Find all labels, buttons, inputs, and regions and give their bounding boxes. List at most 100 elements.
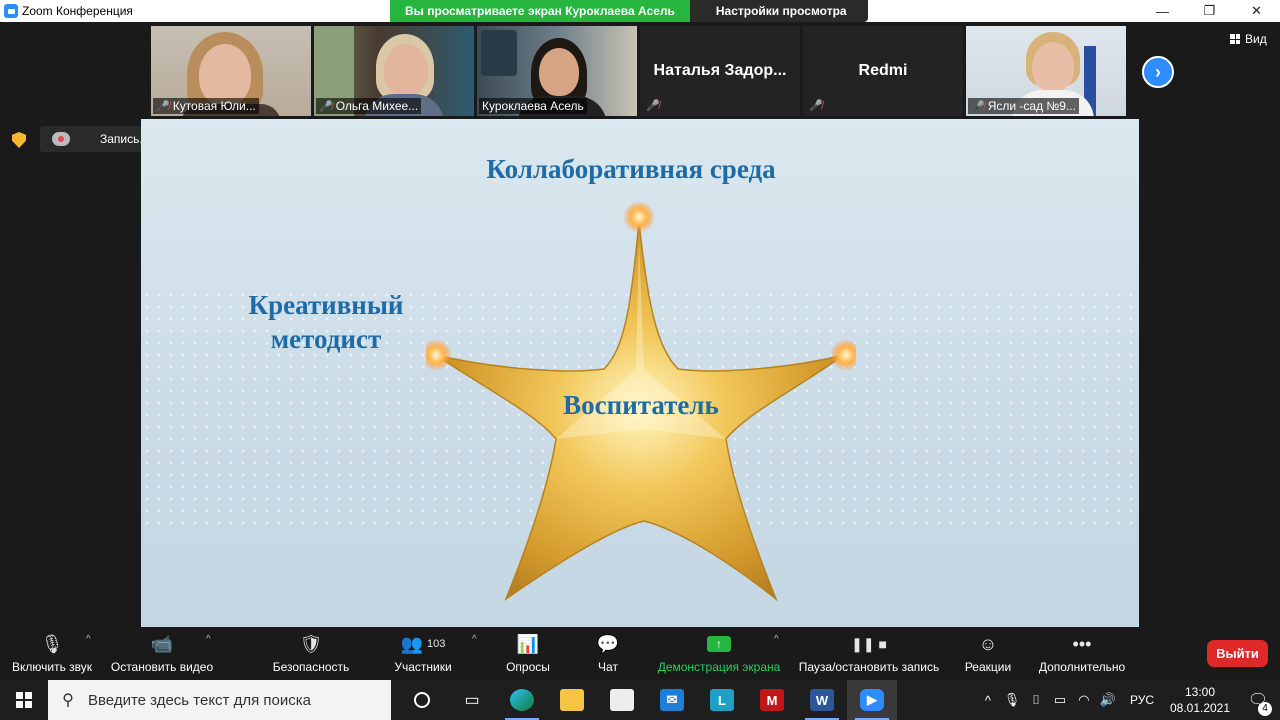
next-participants-button[interactable]: ›	[1142, 56, 1174, 88]
mic-muted-icon: 🎤̸	[319, 100, 333, 113]
pause-record-label: Пауза/остановить запись	[798, 660, 940, 674]
leave-meeting-button[interactable]: Выйти	[1207, 640, 1268, 667]
participants-icon: 👥	[400, 633, 424, 654]
more-button[interactable]: ••• Дополнительно	[1034, 630, 1130, 680]
security-label: Безопасность	[272, 660, 350, 674]
clock-date: 08.01.2021	[1169, 701, 1231, 715]
search-placeholder: Введите здесь текст для поиска	[88, 691, 311, 709]
cortana-button[interactable]	[397, 680, 447, 720]
participant-tile[interactable]: Наталья Задор... 🎤̸	[640, 26, 800, 116]
video-options-caret[interactable]: ^	[206, 634, 211, 645]
participant-tile[interactable]: 🎤̸ Ольга Михее...	[314, 26, 474, 116]
share-screen-label: Демонстрация экрана	[657, 660, 781, 674]
taskbar-mcafee[interactable]: M	[747, 680, 797, 720]
share-banner: Вы просматриваете экран Куроклаева Асель…	[390, 0, 868, 40]
view-options-button[interactable]: Настройки просмотра ⌄	[689, 0, 868, 40]
start-button[interactable]	[0, 680, 48, 720]
participant-name-tag: 🎤̸ Кутовая Юли...	[153, 98, 259, 114]
notification-count: 4	[1258, 702, 1272, 716]
slide-text-top: Коллаборативная среда	[486, 154, 776, 184]
windows-taskbar: ⚲ Введите здесь текст для поиска ▭ ✉ L M…	[0, 680, 1280, 720]
unmute-button[interactable]: 🎙 Включить звук ^	[8, 630, 96, 680]
cloud-record-icon	[52, 132, 70, 146]
zoom-window: Zoom Конференция — ❐ ✕ Вы просматриваете…	[0, 0, 1280, 720]
taskbar-store[interactable]	[597, 680, 647, 720]
folder-icon	[560, 689, 584, 711]
taskbar-word[interactable]: W	[797, 680, 847, 720]
camera-icon[interactable]: ⌷	[1024, 692, 1048, 708]
mic-muted-icon: 🎙	[40, 633, 64, 654]
share-options-caret[interactable]: ^	[774, 634, 779, 645]
action-center-button[interactable]: 🗨 4	[1236, 690, 1280, 716]
mic-muted-icon: 🎤̸	[809, 100, 823, 112]
emoji-smile-icon: ☺	[978, 633, 998, 654]
participant-name: Ольга Михее...	[335, 99, 419, 113]
taskbar-apps: ▭ ✉ L M W ▶	[397, 680, 897, 720]
taskbar-search-box[interactable]: ⚲ Введите здесь текст для поиска	[48, 680, 391, 720]
reactions-button[interactable]: ☺ Реакции	[962, 630, 1014, 680]
stop-video-label: Остановить видео	[110, 660, 214, 674]
gallery-grid-icon	[1230, 34, 1240, 44]
stop-video-button[interactable]: 📹 Остановить видео ^	[106, 630, 218, 680]
participant-name: Ясли -сад №9...	[987, 99, 1076, 113]
polls-button[interactable]: 📊 Опросы	[500, 630, 556, 680]
microphone-icon[interactable]: 🎙	[1000, 692, 1024, 708]
battery-icon[interactable]: ▭	[1048, 692, 1072, 708]
shield-icon: 🛡	[299, 633, 323, 654]
bar-chart-icon: 📊	[516, 633, 540, 654]
participants-count: 103	[427, 638, 446, 650]
participant-name-tag: Куроклаева Асель	[479, 98, 587, 114]
participant-strip: 🎤̸ Кутовая Юли... 🎤̸ Ольга Михее... Куро…	[151, 26, 1126, 116]
input-language[interactable]: РУС	[1130, 693, 1154, 707]
taskbar-edge[interactable]	[497, 680, 547, 720]
participant-tile[interactable]: 🎤̸ Ясли -сад №9...	[966, 26, 1126, 116]
volume-icon[interactable]: 🔊	[1096, 692, 1120, 708]
encryption-shield-icon[interactable]	[12, 132, 26, 148]
unmute-label: Включить звук	[11, 660, 93, 674]
taskbar-mail[interactable]: ✉	[647, 680, 697, 720]
l-app-icon: L	[710, 689, 734, 711]
store-bag-icon	[610, 689, 634, 711]
meeting-area: 🎤̸ Кутовая Юли... 🎤̸ Ольга Михее... Куро…	[0, 22, 1280, 630]
wifi-icon[interactable]: ◠	[1072, 692, 1096, 708]
participant-tile[interactable]: Redmi 🎤̸	[803, 26, 963, 116]
mcafee-shield-icon: M	[760, 689, 784, 711]
participant-tile-active-speaker[interactable]: Куроклаева Асель	[477, 26, 637, 116]
participant-tile[interactable]: 🎤̸ Кутовая Юли...	[151, 26, 311, 116]
participants-button[interactable]: 👥 103 Участники ^	[390, 630, 476, 680]
show-hidden-icons-caret[interactable]: ^	[976, 693, 1000, 708]
chevron-right-icon: ›	[1155, 61, 1161, 82]
maximize-button[interactable]: ❐	[1186, 0, 1233, 22]
more-dots-icon: •••	[1072, 633, 1092, 654]
security-button[interactable]: 🛡 Безопасность	[270, 630, 352, 680]
chat-button[interactable]: 💬 Чат	[588, 630, 628, 680]
slide-text-left: Креативный методист	[248, 290, 404, 354]
share-screen-button[interactable]: ↑ Демонстрация экрана ^	[654, 630, 784, 680]
minimize-button[interactable]: —	[1139, 0, 1186, 22]
taskbar-clock[interactable]: 13:00 08.01.2021	[1164, 684, 1236, 716]
participants-options-caret[interactable]: ^	[472, 634, 477, 645]
chat-label: Чат	[598, 660, 618, 674]
pause-stop-record-icon: ❚❚ ■	[851, 635, 887, 652]
participant-name: Наталья Задор...	[653, 62, 787, 79]
audio-options-caret[interactable]: ^	[86, 634, 91, 645]
polls-label: Опросы	[506, 660, 550, 674]
pause-stop-recording-button[interactable]: ❚❚ ■ Пауза/остановить запись	[796, 630, 942, 680]
mail-icon: ✉	[660, 689, 684, 711]
view-label: Вид	[1245, 32, 1267, 46]
slide-text-center: Воспитатель	[563, 390, 719, 420]
close-button[interactable]: ✕	[1233, 0, 1280, 22]
window-controls: — ❐ ✕	[1139, 0, 1280, 22]
participant-name: Куроклаева Асель	[482, 99, 584, 113]
chat-bubble-icon: 💬	[596, 633, 620, 654]
view-button[interactable]: Вид	[1230, 32, 1267, 46]
share-screen-icon: ↑	[707, 636, 731, 652]
task-view-button[interactable]: ▭	[447, 680, 497, 720]
participant-name-tag: 🎤̸ Ольга Михее...	[316, 98, 422, 114]
system-tray: ^ 🎙 ⌷ ▭ ◠ 🔊 РУС 13:00 08.01.2021 🗨 4	[976, 680, 1280, 720]
windows-logo-icon	[16, 692, 32, 708]
taskbar-zoom[interactable]: ▶	[847, 680, 897, 720]
taskbar-app-l[interactable]: L	[697, 680, 747, 720]
participant-name-tag: 🎤̸ Ясли -сад №9...	[968, 98, 1079, 114]
taskbar-file-explorer[interactable]	[547, 680, 597, 720]
